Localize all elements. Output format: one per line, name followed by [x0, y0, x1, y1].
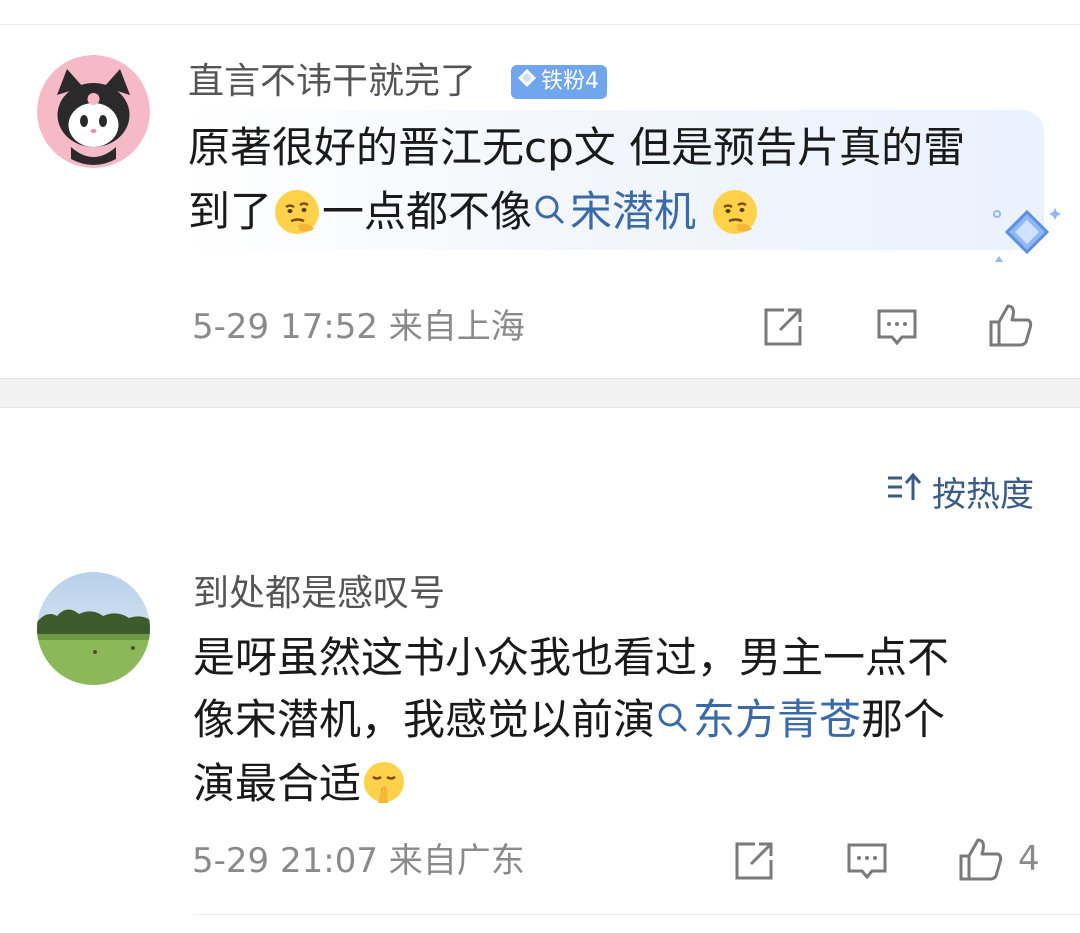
comment-text-part: 一点都不像 — [322, 187, 533, 236]
username[interactable]: 到处都是感叹号 — [193, 574, 445, 614]
diamond-sparkle-icon — [985, 200, 1065, 270]
comment-text-part: 那个 — [861, 695, 946, 744]
top-divider — [0, 24, 1080, 25]
search-icon — [655, 688, 693, 752]
username[interactable]: 直言不讳干就完了 — [188, 62, 476, 102]
topic-link[interactable]: 宋潜机 — [532, 180, 696, 244]
avatar[interactable] — [37, 55, 150, 168]
bottom-divider — [193, 914, 1080, 915]
comment-icon[interactable] — [846, 840, 888, 882]
comment-text-line2: 到了 一点都不像 宋潜机 — [188, 180, 760, 244]
sort-icon — [886, 470, 924, 513]
topic-link[interactable]: 东方青苍 — [655, 688, 861, 752]
section-divider — [0, 378, 1080, 408]
comment-icon[interactable] — [876, 306, 918, 348]
topic-label: 东方青苍 — [693, 695, 862, 744]
like-icon — [958, 836, 1004, 882]
comment-text-part: 演最合适 — [193, 759, 362, 808]
topic-label: 宋潜机 — [570, 187, 697, 236]
comment-text-part: 像宋潜机，我感觉以前演 — [193, 695, 656, 744]
like-icon[interactable] — [988, 302, 1034, 348]
shushing-face-icon — [361, 759, 411, 809]
comment-meta: 5-29 21:07 来自广东 — [192, 841, 525, 881]
comment-text-line3: 演最合适 — [193, 752, 411, 816]
comment-text-part: 到了 — [188, 187, 273, 236]
sort-toggle[interactable]: 按热度 — [886, 467, 1034, 516]
share-icon[interactable] — [733, 840, 775, 882]
comment-text-line2: 像宋潜机，我感觉以前演 东方青苍 那个 — [193, 688, 945, 752]
fan-badge-label: 铁粉4 — [541, 69, 599, 94]
sort-label: 按热度 — [932, 475, 1034, 515]
like-button[interactable]: 4 — [958, 836, 1040, 882]
fan-badge: 铁粉4 — [511, 65, 607, 99]
avatar[interactable] — [37, 572, 150, 685]
diamond-icon — [517, 65, 537, 99]
thinking-face-icon — [710, 187, 760, 237]
search-icon — [532, 180, 570, 244]
comment-text: 是呀虽然这书小众我也看过，男主一点不 — [193, 633, 950, 682]
share-icon[interactable] — [762, 306, 804, 348]
like-count: 4 — [1018, 839, 1040, 879]
comment-text: 原著很好的晋江无cp文 但是预告片真的雷 — [188, 123, 966, 172]
thinking-face-icon — [272, 187, 322, 237]
comment-meta: 5-29 17:52 来自上海 — [192, 307, 525, 347]
